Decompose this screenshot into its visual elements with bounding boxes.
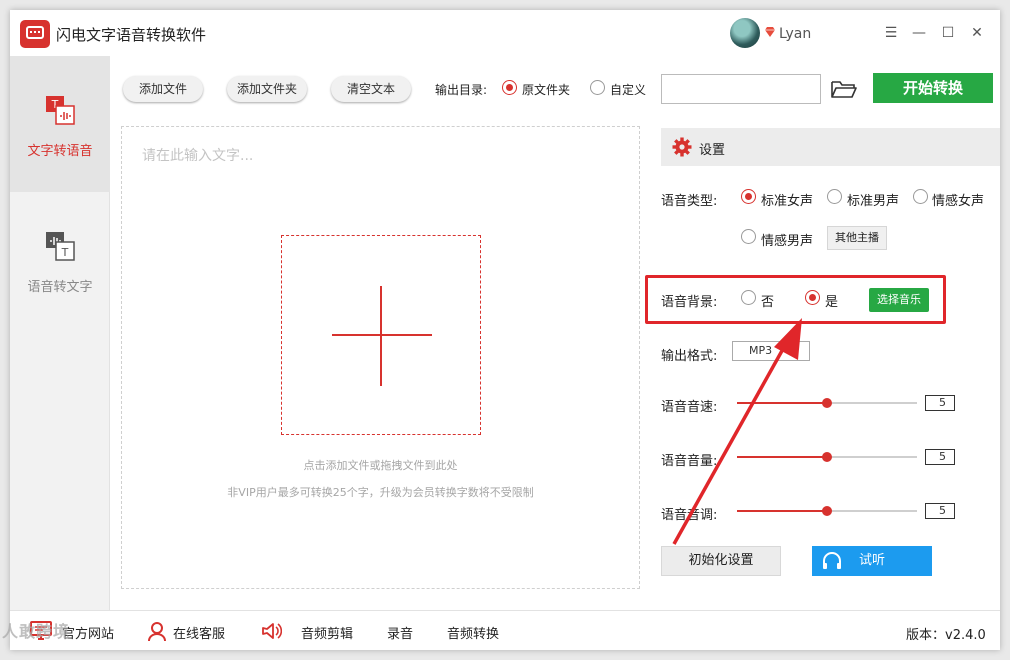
nav-item-speech-to-text[interactable]: T 语音转文字 (10, 192, 110, 328)
voice-option-label: 标准男声 (847, 194, 900, 209)
app-logo-icon (20, 20, 50, 48)
speed-value[interactable]: 5 (925, 395, 955, 411)
listen-button[interactable]: 试听 (812, 546, 932, 576)
app-window: 闪电文字语音转换软件 Lyan ☰ — ☐ ✕ T 文字转语音 T 语音转文字 … (10, 10, 1000, 650)
listen-label: 试听 (858, 553, 885, 568)
speed-slider[interactable] (737, 398, 917, 408)
clear-text-button[interactable]: 清空文本 (331, 76, 411, 102)
pitch-label: 语音音调: (661, 508, 718, 523)
drop-hint: 点击添加文件或拖拽文件到此处 (303, 459, 458, 472)
version-label: 版本：v2.4.0 (906, 628, 986, 643)
app-title: 闪电文字语音转换软件 (56, 26, 207, 44)
settings-title: 设置 (699, 143, 726, 158)
text-to-speech-icon: T (46, 96, 75, 125)
vip-diamond-icon (765, 27, 775, 37)
format-select[interactable]: MP3 (732, 341, 810, 361)
nav-label: 语音转文字 (27, 280, 93, 295)
slider-fill (737, 510, 827, 512)
voice-option-label: 情感男声 (761, 234, 814, 249)
radio-emotional-female[interactable] (913, 189, 928, 204)
add-file-button[interactable]: 添加文件 (123, 76, 203, 102)
editor-placeholder: 请在此输入文字... (142, 148, 254, 164)
slider-knob[interactable] (822, 452, 832, 462)
output-path-input[interactable] (661, 74, 821, 104)
pitch-slider[interactable] (737, 506, 917, 516)
service-link[interactable]: 在线客服 (173, 623, 225, 642)
pitch-value[interactable]: 5 (925, 503, 955, 519)
slider-fill (737, 456, 827, 458)
username[interactable]: Lyan (779, 26, 811, 42)
title-bar: 闪电文字语音转换软件 Lyan ☰ — ☐ ✕ (10, 10, 1000, 56)
nav-item-text-to-speech[interactable]: T 文字转语音 (10, 56, 110, 192)
plus-icon (332, 334, 432, 336)
speech-to-text-icon: T (46, 232, 75, 261)
voice-option-label: 标准女声 (761, 194, 814, 209)
audio-edit-icon (262, 623, 282, 639)
vip-hint: 非VIP用户最多可转换25个字，升级为会员转换字数将不受限制 (227, 486, 534, 499)
voice-type-label: 语音类型: (661, 194, 718, 209)
folder-open-icon[interactable] (830, 78, 858, 100)
plus-icon (380, 286, 382, 386)
headphones-icon (823, 552, 841, 569)
watermark: 人敢跨境 (2, 622, 71, 641)
svg-text:T: T (61, 246, 69, 259)
maximize-button[interactable]: ☐ (937, 22, 959, 44)
reset-settings-button[interactable]: 初始化设置 (661, 546, 781, 576)
settings-header: 设置 (661, 128, 1000, 166)
left-nav: T 文字转语音 T 语音转文字 (10, 56, 110, 610)
menu-button[interactable]: ☰ (880, 22, 902, 44)
output-dir-label: 输出目录: (435, 83, 488, 97)
custom-folder-label: 自定义 (610, 83, 647, 97)
volume-slider[interactable] (737, 452, 917, 462)
text-editor[interactable]: 请在此输入文字... 点击添加文件或拖拽文件到此处 非VIP用户最多可转换25个… (121, 126, 640, 589)
radio-original-folder[interactable] (502, 80, 517, 95)
radio-emotional-male[interactable] (741, 229, 756, 244)
slider-knob[interactable] (822, 398, 832, 408)
speed-label: 语音音速: (661, 400, 718, 415)
close-button[interactable]: ✕ (966, 22, 988, 44)
footer: 官方网站 在线客服 音频剪辑 录音 音频转换 版本：v2.4.0 (10, 610, 1000, 650)
radio-custom-folder[interactable] (590, 80, 605, 95)
nav-label: 文字转语音 (27, 144, 93, 159)
highlight-box (645, 275, 946, 324)
add-folder-button[interactable]: 添加文件夹 (227, 76, 307, 102)
format-label: 输出格式: (661, 349, 718, 364)
slider-fill (737, 402, 827, 404)
voice-option-label: 情感女声 (932, 194, 985, 209)
volume-label: 语音音量: (661, 454, 718, 469)
record-link[interactable]: 录音 (387, 623, 413, 642)
file-drop-zone[interactable] (281, 235, 481, 435)
minimize-button[interactable]: — (908, 22, 930, 44)
other-anchor-button[interactable]: 其他主播 (827, 226, 887, 250)
volume-value[interactable]: 5 (925, 449, 955, 465)
radio-standard-female[interactable] (741, 189, 756, 204)
audio-convert-link[interactable]: 音频转换 (447, 623, 499, 642)
audio-edit-link[interactable]: 音频剪辑 (301, 623, 353, 642)
radio-standard-male[interactable] (827, 189, 842, 204)
original-folder-label: 原文件夹 (522, 83, 571, 97)
user-avatar[interactable] (730, 18, 760, 48)
gear-icon (672, 137, 692, 157)
slider-knob[interactable] (822, 506, 832, 516)
start-convert-button[interactable]: 开始转换 (873, 73, 993, 103)
customer-service-icon (148, 622, 166, 642)
